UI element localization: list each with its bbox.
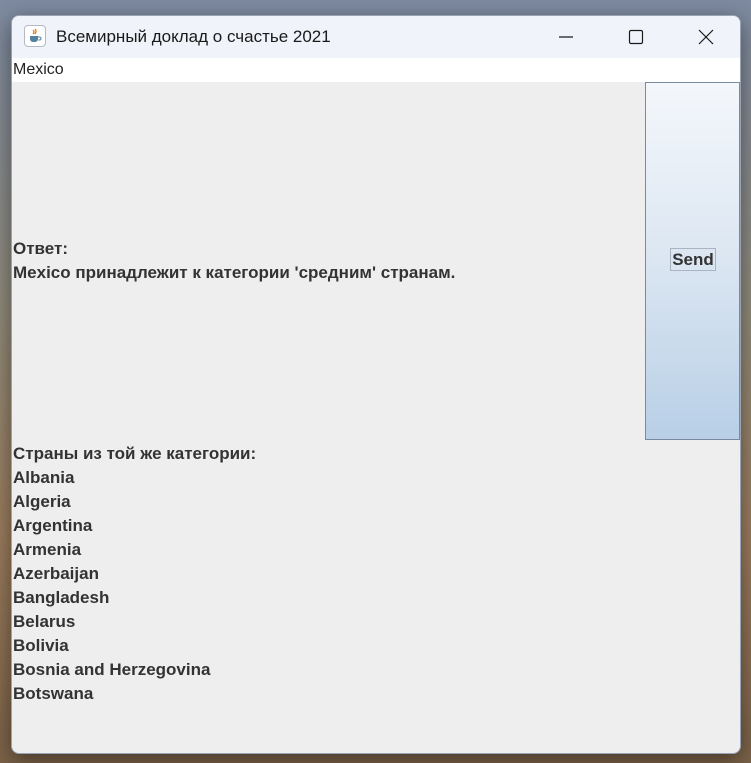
answer-panel: Ответ: Mexico принадлежит к категории 'с… [13,82,643,440]
list-item: Belarus [13,612,76,631]
list-item: Bangladesh [13,588,110,607]
list-item: Armenia [13,540,82,559]
answer-label: Ответ: [13,239,68,258]
list-item: Argentina [13,516,93,535]
send-button[interactable]: Send [645,82,740,440]
list-item: Azerbaijan [13,564,99,583]
list-item: Bolivia [13,636,69,655]
send-button-label: Send [670,248,716,271]
list-item: Albania [13,468,75,487]
maximize-icon [628,29,644,45]
country-input[interactable] [12,58,740,82]
java-cup-icon [24,25,46,47]
minimize-button[interactable] [531,16,601,58]
same-category-heading: Страны из той же категории: [13,444,257,463]
window-title: Всемирный доклад о счастье 2021 [56,27,331,46]
answer-text: Mexico принадлежит к категории 'средним'… [13,263,456,282]
close-icon [698,29,714,45]
app-window: Всемирный доклад о счастье 2021 Ответ: M… [11,15,741,754]
list-item: Bosnia and Herzegovina [13,660,211,679]
maximize-button[interactable] [601,16,671,58]
same-category-list: Страны из той же категории: Albania Alge… [13,442,633,706]
list-item: Algeria [13,492,71,511]
close-button[interactable] [671,16,740,58]
minimize-icon [559,36,573,38]
title-bar[interactable]: Всемирный доклад о счастье 2021 [12,16,740,58]
list-item: Botswana [13,684,94,703]
